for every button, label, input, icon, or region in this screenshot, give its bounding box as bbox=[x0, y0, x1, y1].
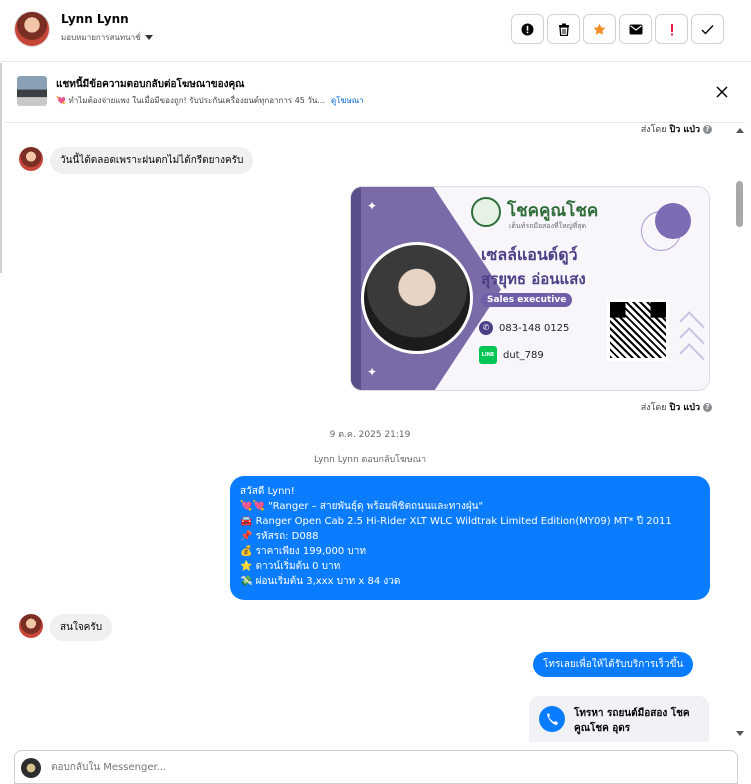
card-tagline: เต็นท์รถมือสองที่ใหญ่ที่สุด bbox=[509, 222, 587, 230]
phone-icon: ✆ bbox=[479, 321, 493, 335]
info-icon[interactable]: ? bbox=[703, 402, 712, 412]
contact-avatar[interactable] bbox=[14, 11, 50, 47]
sent-by-prefix: ส่งโดย bbox=[640, 125, 667, 135]
exclamation-circle-icon bbox=[521, 23, 534, 35]
header-actions bbox=[511, 14, 724, 44]
mark-spam-button[interactable] bbox=[511, 14, 544, 44]
incoming-message: วันนี้ได้ตลอดเพราะฝนตกไม่ได้กรีดยางครับ bbox=[50, 147, 254, 174]
card-role: Sales executive bbox=[481, 293, 573, 307]
brand-logo bbox=[471, 197, 501, 227]
delete-button[interactable] bbox=[547, 14, 580, 44]
chevron-up-icon bbox=[679, 343, 705, 369]
mark-done-button[interactable] bbox=[691, 14, 724, 44]
star-button[interactable] bbox=[583, 14, 616, 44]
exclamation-icon bbox=[670, 23, 673, 35]
view-ad-link[interactable]: ดูโฆษณา bbox=[331, 96, 364, 105]
card-phone: 083-148 0125 bbox=[499, 322, 570, 334]
scroll-thumb[interactable] bbox=[736, 181, 743, 227]
qr-code bbox=[607, 299, 669, 361]
info-icon[interactable]: ? bbox=[703, 124, 712, 134]
sent-by-label: ส่งโดย ปิว แป่ว ? bbox=[641, 400, 712, 414]
trash-icon bbox=[558, 23, 569, 36]
ad-banner-text: 💘 ทำไมต้องจ่ายแพง ในเมื่อมีของถูก! รับปร… bbox=[56, 96, 326, 105]
card-brand: โชคคูณโชค bbox=[507, 201, 599, 221]
card-nickname: เซลล์แอนด์ดูว์ bbox=[481, 245, 578, 264]
message-line: สวัสดี Lynn! bbox=[240, 486, 295, 497]
sent-by-prefix: ส่งโดย bbox=[640, 403, 667, 413]
business-card-image[interactable]: ✦ ✦ โชคคูณโชค เต็นท์รถมือสองที่ใหญ่ที่สุ… bbox=[350, 186, 710, 391]
incoming-message: สนใจครับ bbox=[50, 614, 113, 641]
salesperson-photo bbox=[361, 242, 473, 354]
page-avatar bbox=[21, 758, 41, 778]
mark-unread-button[interactable] bbox=[619, 14, 652, 44]
card-phone-row: ✆ 083-148 0125 bbox=[479, 321, 569, 335]
message-line: 💘💘 "Ranger – สายพันธุ์ดุ พร้อมพิชิตถนนแล… bbox=[240, 501, 484, 512]
star-icon bbox=[593, 23, 606, 35]
sent-by-label: ส่งโดย ปิว แป่ว ? bbox=[641, 124, 712, 136]
card-line-id: dut_789 bbox=[503, 349, 544, 361]
call-now-message: โทรเลยเพื่อให้ได้รับบริการเร็วขึ้น bbox=[533, 652, 694, 677]
caret-down-icon bbox=[144, 35, 153, 40]
decor-circle bbox=[655, 203, 691, 239]
message-thread[interactable]: ส่งโดย ปิว แป่ว ? วันนี้ได้ตลอดเพราะฝนตก… bbox=[5, 124, 745, 742]
outgoing-message: สวัสดี Lynn! 💘💘 "Ranger – สายพันธุ์ดุ พร… bbox=[230, 476, 710, 600]
call-card-label: โทรหา รถยนต์มือสอง โชคคูณโชค อุดร bbox=[574, 708, 690, 734]
scroll-down-arrow-icon[interactable] bbox=[736, 731, 744, 736]
left-panel-edge bbox=[0, 63, 2, 273]
sparkle-icon: ✦ bbox=[367, 365, 378, 379]
date-separator: 9 ต.ค. 2025 21:19 bbox=[329, 430, 411, 440]
message-composer bbox=[14, 750, 738, 784]
sparkle-icon: ✦ bbox=[367, 199, 378, 213]
check-icon bbox=[701, 24, 714, 35]
envelope-icon bbox=[629, 24, 642, 34]
ad-thumbnail[interactable] bbox=[17, 76, 47, 106]
sender-name: ปิว แป่ว bbox=[669, 403, 700, 413]
assign-conversation-dropdown[interactable]: มอบหมายการสนทนาชั่ bbox=[61, 31, 153, 44]
ad-reply-note: Lynn Lynn ตอบกลับโฆษณา bbox=[313, 455, 427, 465]
card-line-row: LINE dut_789 bbox=[479, 346, 544, 364]
contact-mini-avatar bbox=[19, 147, 43, 171]
scrollbar[interactable] bbox=[733, 124, 745, 742]
assign-label: มอบหมายการสนทนาชั่ bbox=[61, 33, 141, 42]
close-icon[interactable] bbox=[715, 85, 729, 99]
ad-banner-subtitle: 💘 ทำไมต้องจ่ายแพง ในเมื่อมีของถูก! รับปร… bbox=[56, 94, 364, 107]
ad-reply-banner: แชทนี้มีข้อความตอบกลับต่อโฆษณาของคุณ 💘 ท… bbox=[5, 63, 745, 123]
reply-input[interactable] bbox=[51, 755, 711, 779]
message-line: 🚘 Ranger Open Cab 2.5 Hi-Rider XLT WLC W… bbox=[240, 516, 672, 527]
scroll-up-arrow-icon[interactable] bbox=[736, 128, 744, 133]
ad-banner-title: แชทนี้มีข้อความตอบกลับต่อโฆษณาของคุณ bbox=[56, 79, 245, 90]
call-button-card[interactable]: โทรหา รถยนต์มือสอง โชคคูณโชค อุดร bbox=[529, 696, 709, 742]
phone-icon bbox=[539, 706, 565, 732]
message-line: 📌 รหัสรถ: D088 bbox=[240, 531, 319, 542]
contact-name[interactable]: Lynn Lynn bbox=[61, 12, 129, 26]
conversation-header: Lynn Lynn มอบหมายการสนทนาชั่ bbox=[0, 0, 751, 62]
message-line: ⭐ ดาวน์เริ่มต้น 0 บาท bbox=[240, 561, 341, 572]
card-side-panel bbox=[351, 187, 361, 390]
message-line: 💸 ผ่อนเริ่มต้น 3,xxx บาท x 84 งวด bbox=[240, 576, 401, 587]
card-fullname: สุรยุทธ อ่อนแสง bbox=[481, 270, 586, 288]
sender-name: ปิว แป่ว bbox=[669, 125, 700, 135]
contact-mini-avatar bbox=[19, 614, 43, 638]
line-app-icon: LINE bbox=[479, 346, 497, 364]
message-line: 💰 ราคาเพียง 199,000 บาท bbox=[240, 546, 366, 557]
follow-up-button[interactable] bbox=[655, 14, 688, 44]
